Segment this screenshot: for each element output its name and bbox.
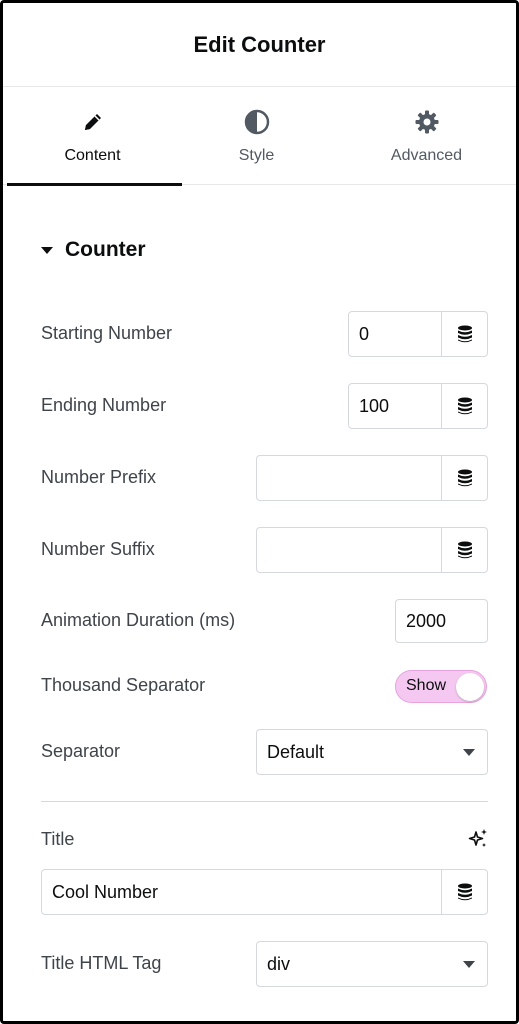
title-value[interactable]: Cool Number (42, 882, 441, 903)
number-suffix-label: Number Suffix (41, 539, 155, 559)
separator-label: Separator (41, 741, 121, 761)
counter-section-header[interactable]: Counter (41, 238, 146, 262)
database-icon (457, 883, 472, 901)
title-html-tag-label: Title HTML Tag (41, 953, 162, 973)
title-label: Title (41, 829, 75, 849)
pencil-icon (81, 109, 105, 135)
chevron-down-icon (463, 748, 475, 756)
chevron-down-icon (463, 960, 475, 968)
tab-bar: Content Style Advanced (3, 87, 516, 186)
dynamic-tags-button[interactable] (441, 456, 487, 500)
title-html-tag-select[interactable]: div (256, 941, 488, 987)
tab-content[interactable]: Content (7, 87, 182, 186)
caret-down-icon (41, 246, 53, 254)
database-icon (457, 325, 472, 343)
title-input[interactable]: Cool Number (41, 869, 488, 915)
tab-content-label: Content (64, 147, 121, 164)
dynamic-tags-button[interactable] (441, 384, 487, 428)
tab-advanced[interactable]: Advanced (341, 87, 512, 185)
database-icon (457, 541, 472, 559)
contrast-icon (244, 109, 270, 135)
starting-number-label: Starting Number (41, 323, 173, 343)
ending-number-value[interactable]: 100 (349, 396, 441, 417)
database-icon (457, 397, 472, 415)
starting-number-input[interactable]: 0 (348, 311, 488, 357)
divider (41, 801, 488, 802)
separator-value: Default (267, 741, 325, 762)
title-html-tag-value: div (267, 953, 291, 974)
ending-number-label: Ending Number (41, 395, 167, 415)
animation-duration-label: Animation Duration (ms) (41, 610, 236, 630)
content-area: Counter Starting Number 0 Ending Number … (3, 186, 516, 1021)
dynamic-tags-button[interactable] (441, 528, 487, 572)
animation-duration-value[interactable]: 2000 (396, 611, 487, 632)
edit-panel: Edit Counter Content Style Advanced Coun… (0, 0, 519, 1024)
tab-style[interactable]: Style (171, 87, 342, 185)
starting-number-value[interactable]: 0 (349, 324, 441, 345)
thousand-separator-toggle[interactable]: Show (395, 670, 487, 703)
toggle-label: Show (406, 677, 447, 694)
panel-title: Edit Counter (193, 31, 326, 57)
number-suffix-input[interactable] (256, 527, 488, 573)
database-icon (457, 469, 472, 487)
ending-number-input[interactable]: 100 (348, 383, 488, 429)
tab-advanced-label: Advanced (390, 147, 463, 164)
tab-style-label: Style (238, 147, 275, 164)
toggle-knob (456, 673, 484, 701)
thousand-separator-label: Thousand Separator (41, 675, 206, 695)
gear-icon (414, 109, 440, 135)
dynamic-tags-button[interactable] (441, 870, 487, 914)
number-prefix-label: Number Prefix (41, 467, 157, 487)
animation-duration-input[interactable]: 2000 (395, 599, 488, 643)
separator-select[interactable]: Default (256, 729, 488, 775)
number-prefix-input[interactable] (256, 455, 488, 501)
sparkle-icon[interactable] (467, 828, 489, 855)
dynamic-tags-button[interactable] (441, 312, 487, 356)
section-title: Counter (65, 238, 146, 261)
panel-header: Edit Counter (3, 3, 516, 87)
